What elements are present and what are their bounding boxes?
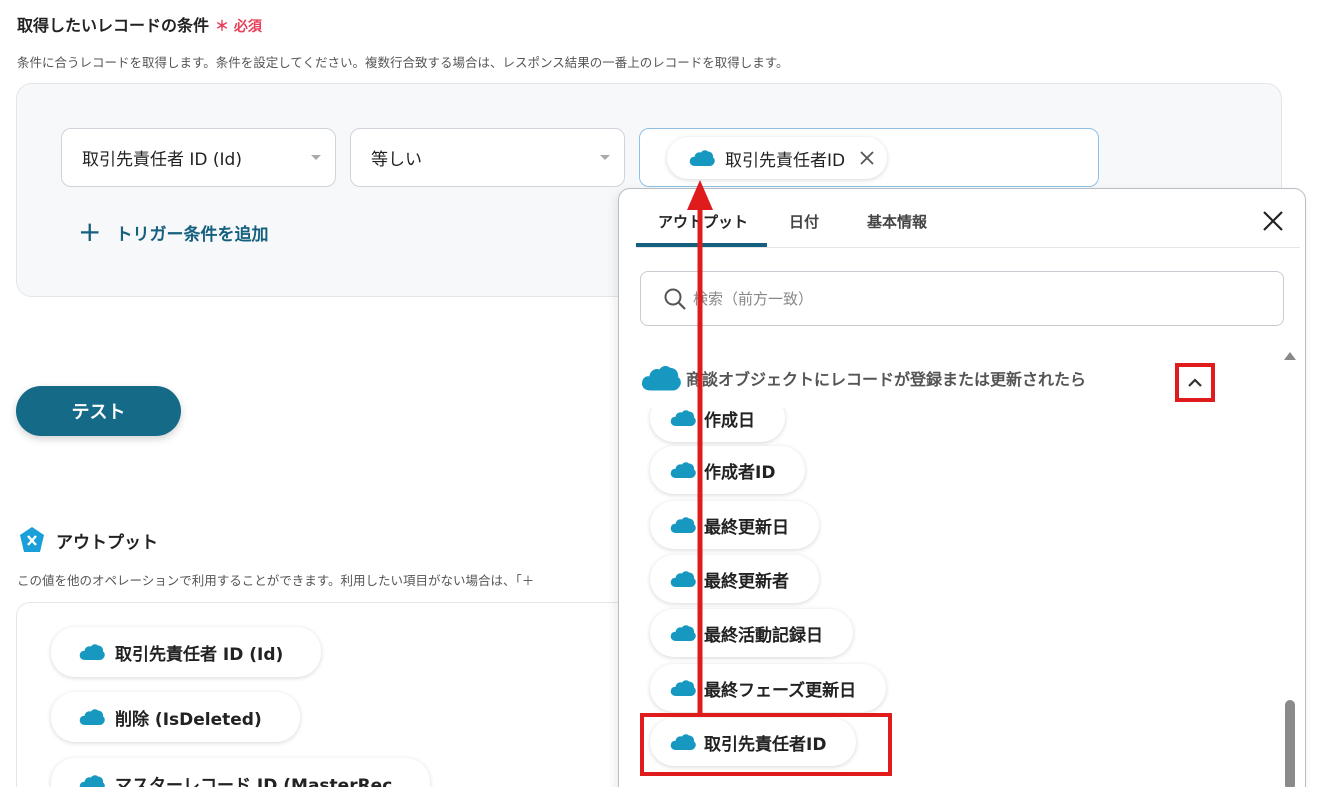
close-icon[interactable] [1260,208,1286,234]
remove-icon[interactable] [859,150,875,166]
yoom-output-icon [20,527,44,552]
dropdown-caret-icon [600,155,610,160]
chevron-up-icon [1188,378,1202,387]
output-item[interactable]: マスターレコード ID (MasterRec [51,758,431,787]
salesforce-cloud-icon [79,709,105,725]
condition-title: 取得したいレコードの条件 ＊ 必須 [17,12,262,36]
list-item[interactable]: 最終更新日 [650,501,819,549]
list-item-label: 最終活動記録日 [704,625,823,646]
condition-title-text: 取得したいレコードの条件 [17,16,210,35]
salesforce-cloud-icon [641,365,681,391]
operator-select-value: 等しい [371,150,422,170]
salesforce-cloud-icon [689,150,715,166]
list-item-label: 最終フェーズ更新日 [704,680,857,701]
field-select-value: 取引先責任者 ID (Id) [82,150,242,170]
output-item[interactable]: 取引先責任者 ID (Id) [51,627,322,677]
search-input[interactable] [693,286,1253,312]
value-chip-label: 取引先責任者ID [725,150,846,171]
operator-select[interactable]: 等しい [350,128,625,187]
required-mark: ＊ [215,19,230,35]
add-trigger-label: トリガー条件を追加 [115,224,269,245]
condition-description: 条件に合うレコードを取得します。条件を設定してください。複数行合致する場合は、レ… [17,55,789,70]
salesforce-cloud-icon [79,644,105,660]
salesforce-cloud-icon [79,775,105,787]
output-title: アウトプット [18,526,158,554]
list-item[interactable]: 作成者ID [650,446,806,494]
output-item-label: 取引先責任者 ID (Id) [115,644,284,665]
scroll-up-arrow-icon[interactable] [1284,352,1296,360]
add-trigger-button[interactable]: + トリガー条件を追加 [78,218,268,246]
required-badge: ＊ 必須 [215,19,262,35]
output-item-label: 削除 (IsDeleted) [115,709,262,730]
field-select[interactable]: 取引先責任者 ID (Id) [61,128,336,187]
highlight-box [640,713,892,776]
annotation-arrow-icon [687,180,713,715]
scrollbar-thumb[interactable] [1285,700,1295,787]
required-label: 必須 [233,19,262,35]
tab-divider [636,247,1300,248]
output-item-label: マスターレコード ID (MasterRec [115,775,393,787]
tab-basic-info[interactable]: 基本情報 [867,211,927,232]
output-description: この値を他のオペレーションで利用することができます。利用したい項目がない場合は、… [17,573,535,588]
plus-icon: + [78,215,102,248]
search-field[interactable] [640,271,1284,326]
dropdown-caret-icon [311,155,321,160]
list-item[interactable]: 最終更新者 [650,555,819,603]
tab-date[interactable]: 日付 [789,211,819,232]
output-title-text: アウトプット [56,532,158,553]
output-item[interactable]: 削除 (IsDeleted) [51,692,300,742]
collapse-button[interactable] [1175,363,1215,402]
group-title: 商談オブジェクトにレコードが登録または更新されたら [686,370,1087,389]
test-button[interactable]: テスト [16,386,181,436]
